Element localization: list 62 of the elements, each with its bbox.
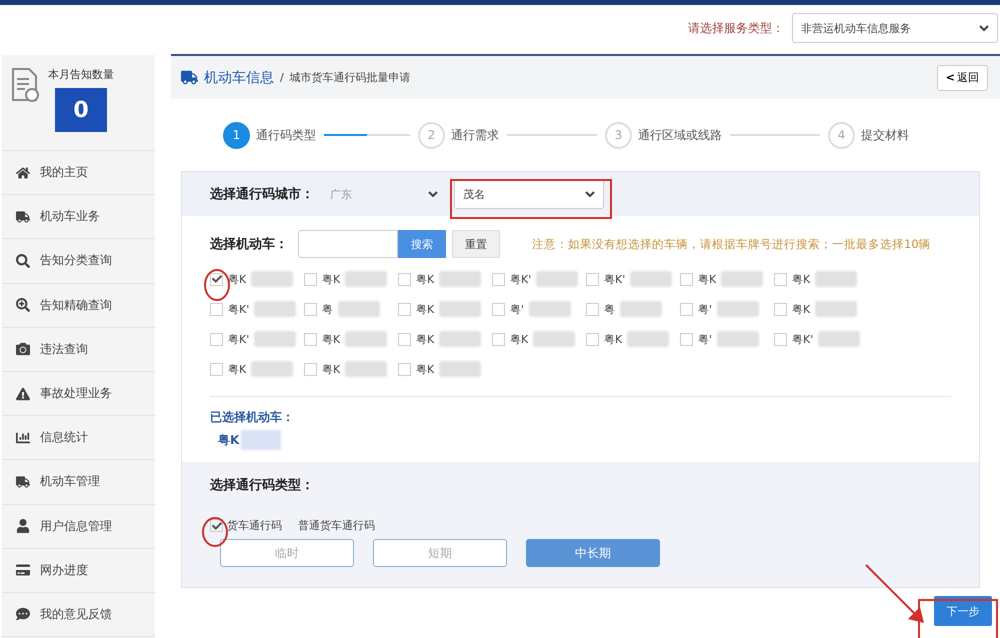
step-label: 通行码类型 — [256, 126, 316, 144]
breadcrumb-section[interactable]: 机动车信息 — [204, 68, 274, 86]
sidebar-item[interactable]: 机动车管理 — [2, 460, 155, 504]
step-number: 2 — [418, 122, 445, 148]
step-number: 3 — [605, 122, 632, 148]
step-label: 提交材料 — [861, 126, 909, 144]
plate-number: 粤K — [416, 362, 434, 376]
notice-count: 0 — [55, 88, 107, 132]
service-type-label: 请选择服务类型： — [688, 20, 784, 36]
service-type-select[interactable]: 非营运机动车信息服务 — [792, 13, 998, 43]
selected-vehicles-label: 已选择机动车： — [210, 409, 295, 426]
sidebar-item[interactable]: 我的意见反馈 — [2, 592, 155, 638]
back-button[interactable]: < 返回 — [936, 64, 988, 90]
plate-number: 粤K — [792, 272, 810, 286]
sidebar-item[interactable]: 告知精确查询 — [2, 284, 155, 328]
plate-number: 粤K — [322, 362, 340, 376]
notice-text: 注意：如果没有想选择的车辆，请根据车牌号进行搜索；一批最多选择10辆 — [532, 236, 931, 252]
plate-number: 粤K — [228, 362, 246, 376]
plate-number: 粤K — [228, 272, 246, 286]
step-number: 4 — [828, 122, 855, 148]
next-button[interactable]: 下一步 — [934, 596, 992, 626]
reset-button[interactable]: 重置 — [452, 230, 500, 258]
sidebar-item[interactable]: 我的主页 — [2, 151, 155, 196]
sidebar-item[interactable]: 用户信息管理 — [2, 504, 155, 549]
city-label: 选择通行码城市： — [210, 186, 314, 203]
notice-count-label: 本月告知数量 — [48, 67, 114, 82]
plate-number: 粤K — [510, 332, 528, 346]
plate-number: 粤K' — [510, 272, 532, 286]
vehicle-label: 选择机动车： — [210, 236, 288, 253]
plate-number: 粤K — [322, 332, 340, 346]
pass-type-label: 选择通行码类型： — [210, 477, 315, 494]
plate-number: 粤' — [698, 332, 712, 346]
plate-number: 粤K — [322, 272, 340, 286]
city-select[interactable]: 茂名 — [454, 179, 604, 209]
plate-number: 粤 — [322, 302, 333, 316]
plate-number: 粤K' — [228, 332, 250, 346]
plate-number: 粤' — [698, 302, 712, 316]
plate-number: 粤K — [416, 332, 434, 346]
plate-number: 粤K' — [604, 272, 626, 286]
plate-number: 粤K — [416, 302, 434, 316]
plate-number: 粤 — [604, 302, 615, 316]
plate-number: 粤K — [792, 302, 810, 316]
sidebar-item[interactable]: 机动车业务 — [2, 195, 155, 240]
selected-plate: 粤K — [218, 432, 240, 448]
plate-number: 粤K' — [228, 302, 250, 316]
step-label: 通行区域或线路 — [638, 126, 722, 144]
step-label: 通行需求 — [451, 126, 499, 144]
option-label: 货车通行码 — [227, 518, 282, 533]
sidebar-item[interactable]: 网办进度 — [2, 548, 155, 593]
option-hint: 普通货车通行码 — [298, 518, 375, 533]
sidebar-item[interactable]: 告知分类查询 — [2, 239, 155, 284]
plate-number: 粤K — [416, 272, 434, 286]
plate-number: 粤K' — [792, 332, 814, 346]
step-number: 1 — [223, 122, 250, 148]
sidebar-item[interactable]: 违法查询 — [2, 328, 155, 372]
breadcrumb-page: 城市货车通行码批量申请 — [290, 70, 411, 85]
sidebar-item[interactable]: 信息统计 — [2, 416, 155, 460]
plate-number: 粤' — [510, 302, 524, 316]
sidebar-item[interactable]: 事故处理业务 — [2, 372, 155, 416]
plate-number: 粤K — [698, 272, 716, 286]
breadcrumb-separator: / — [280, 71, 284, 84]
plate-number: 粤K — [604, 332, 622, 346]
